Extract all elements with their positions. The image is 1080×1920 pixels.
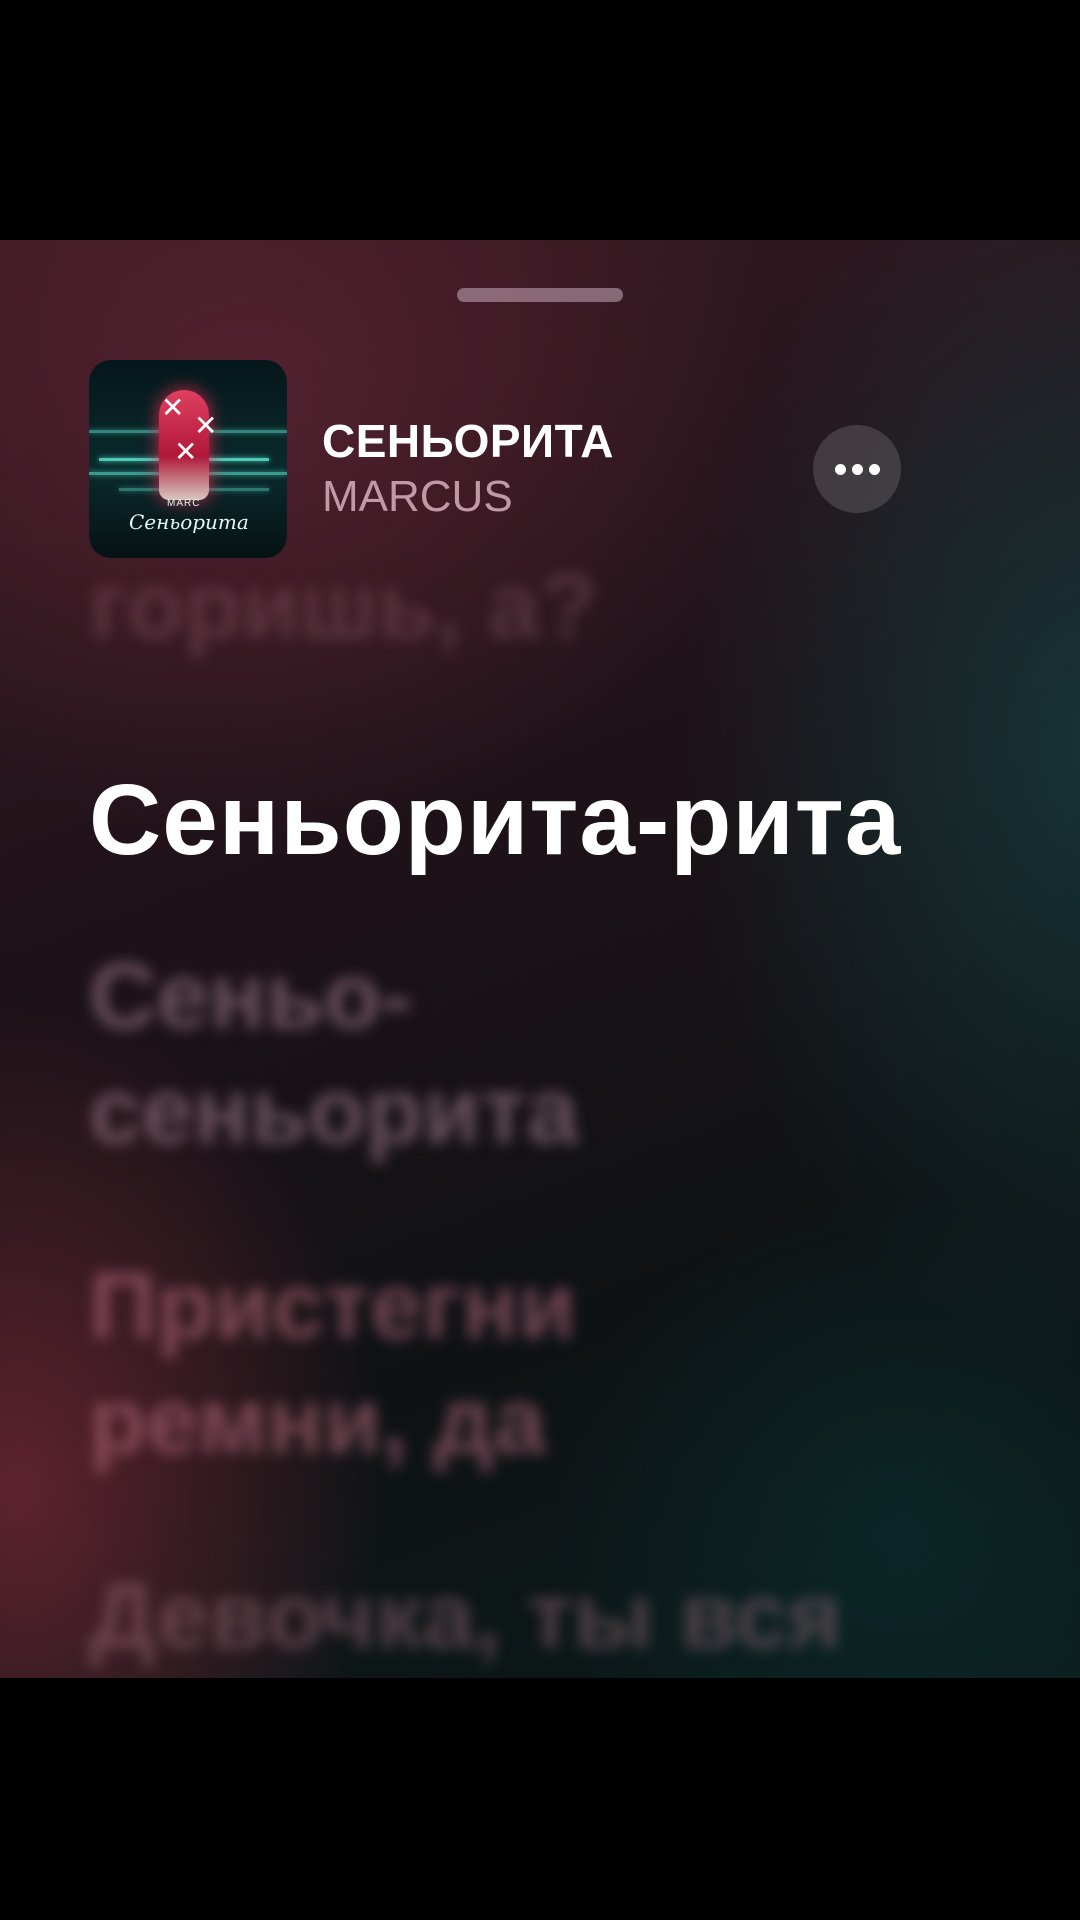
song-artist[interactable]: MARCUS <box>322 472 513 522</box>
lyric-line[interactable]: Пристегни <box>89 1250 576 1363</box>
lyric-line[interactable]: ремни, да <box>89 1365 546 1478</box>
ellipsis-icon <box>868 463 880 475</box>
album-artwork[interactable]: ✕ ✕ ✕ MARC Сеньорита <box>89 360 287 558</box>
lyric-line[interactable]: Девочка, ты вся <box>89 1560 842 1673</box>
song-title: СЕНЬОРИТА <box>322 415 615 467</box>
more-options-button[interactable] <box>813 425 901 513</box>
lyric-line-current[interactable]: Сеньорита-рита <box>89 760 901 880</box>
lyrics-sheet[interactable]: ✕ ✕ ✕ MARC Сеньорита СЕНЬОРИТА MARCUS го… <box>0 240 1080 1678</box>
lyric-line[interactable]: сеньорита <box>89 1055 579 1168</box>
lyric-line-previous[interactable]: горишь, а? <box>89 550 598 663</box>
sheet-grabber[interactable] <box>457 288 623 302</box>
artwork-caption: Сеньорита <box>129 510 249 534</box>
screen: ✕ ✕ ✕ MARC Сеньорита СЕНЬОРИТА MARCUS го… <box>0 0 1080 1920</box>
artwork-mark: ✕ <box>174 436 198 467</box>
artwork-mark: ✕ <box>194 410 218 441</box>
artwork-mark: ✕ <box>161 392 185 423</box>
ellipsis-icon <box>851 463 863 475</box>
ellipsis-icon <box>834 463 846 475</box>
lyric-line[interactable]: Сеньо- <box>89 940 412 1053</box>
artwork-small-text: MARC <box>167 498 201 509</box>
